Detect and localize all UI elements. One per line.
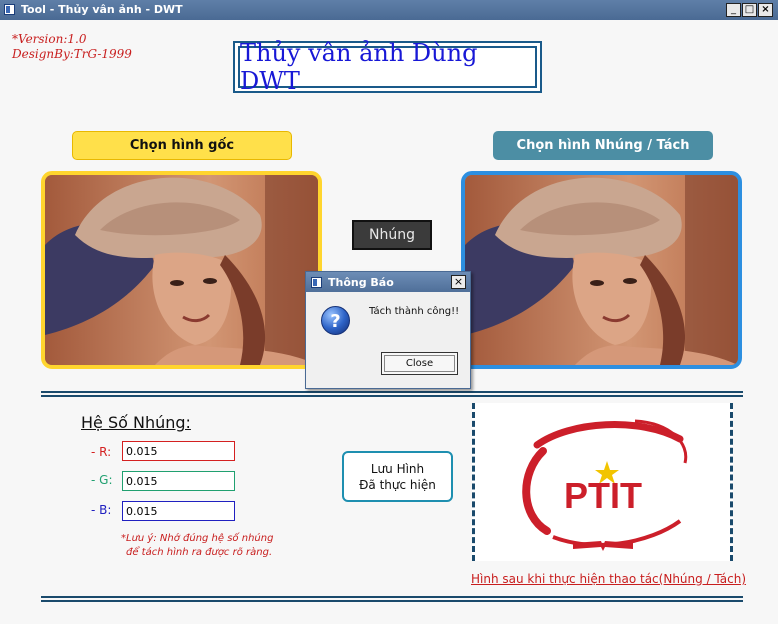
ptit-logo-text: PTIT [564,475,642,516]
dialog-titlebar: Thông Báo × [306,272,470,292]
embed-image [465,175,738,365]
coefficients-title: Hệ Số Nhúng: [81,413,191,432]
message-dialog: Thông Báo × ? Tách thành công!! Close [305,271,471,389]
designer-line: DesignBy:TrG-1999 [12,47,132,61]
dialog-title: Thông Báo [328,276,394,289]
divider-top-2 [41,395,743,397]
dialog-close-button[interactable]: Close [381,352,458,375]
svg-text:?: ? [330,311,340,332]
main-title-box: Thủy vân ảnh Dùng DWT [233,39,542,95]
b-coefficient-input[interactable]: 0.015 [122,501,235,521]
divider-bottom-2 [41,600,743,602]
maximize-button[interactable]: □ [742,3,757,17]
main-title: Thủy vân ảnh Dùng DWT [238,39,537,95]
result-image: PTIT [522,419,688,551]
question-icon: ? [321,306,350,335]
window-client-area: *Version:1.0 DesignBy:TrG-1999 Thủy vân … [0,20,778,624]
note-line-2: để tách hình ra được rõ ràng. [126,547,273,558]
version-info: *Version:1.0 DesignBy:TrG-1999 [12,32,132,62]
divider-bottom-1 [41,596,743,598]
g-label: - G: [91,473,113,487]
minimize-button[interactable]: _ [726,3,741,17]
embed-button[interactable]: Nhúng [352,220,432,250]
choose-embed-extract-image-button[interactable]: Chọn hình Nhúng / Tách [493,131,713,160]
original-image [45,175,318,365]
r-coefficient-input[interactable]: 0.015 [122,441,235,461]
save-label-line1: Lưu Hình [370,461,425,476]
r-label: - R: [91,445,112,459]
save-label-line2: Đã thực hiện [359,477,436,492]
original-image-frame[interactable] [41,171,322,369]
close-button[interactable]: × [758,3,773,17]
dialog-window-icon [311,277,322,288]
version-line: *Version:1.0 [12,32,87,46]
save-result-button[interactable]: Lưu Hình Đã thực hiện [342,451,453,502]
result-caption: Hình sau khi thực hiện thao tác(Nhúng / … [471,572,747,586]
note-line-1: *Lưu ý: Nhớ đúng hệ số nhúng [121,533,274,544]
dialog-close-icon[interactable]: × [451,275,466,289]
divider-top-1 [41,391,743,393]
b-label: - B: [91,503,112,517]
window-app-icon [4,4,15,15]
g-coefficient-input[interactable]: 0.015 [122,471,235,491]
coefficient-note: *Lưu ý: Nhớ đúng hệ số nhúng để tách hìn… [121,532,273,560]
choose-original-image-button[interactable]: Chọn hình gốc [72,131,292,160]
embed-image-frame[interactable] [461,171,742,369]
result-image-frame[interactable]: PTIT [472,403,733,561]
window-titlebar: Tool - Thủy vân ảnh - DWT _ □ × [0,0,778,20]
window-title: Tool - Thủy vân ảnh - DWT [21,3,183,16]
dialog-message: Tách thành công!! [369,306,460,317]
